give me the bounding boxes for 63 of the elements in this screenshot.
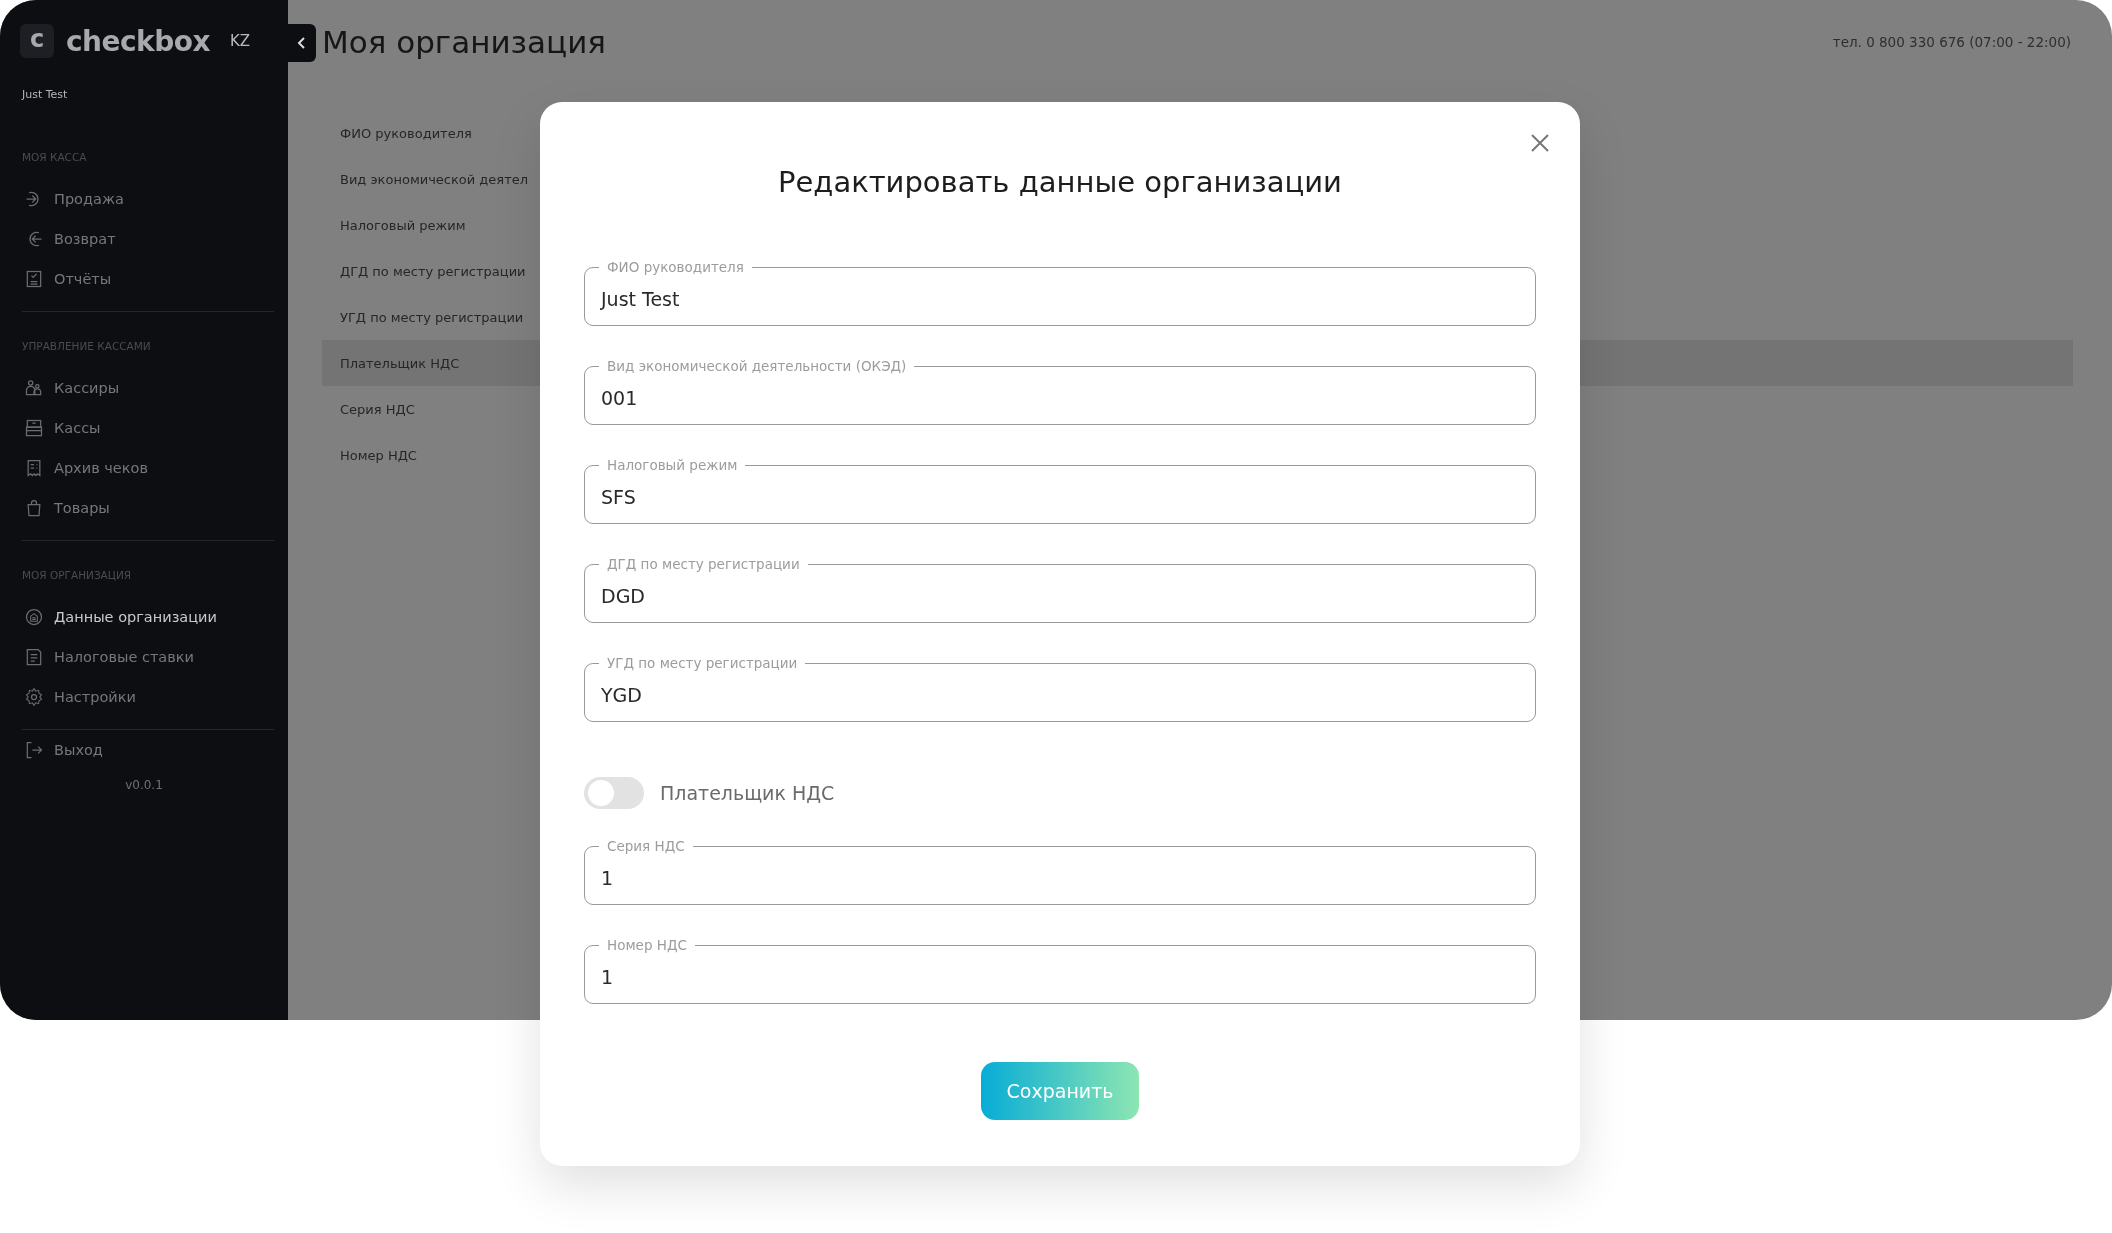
field-value: Just Test xyxy=(601,287,680,311)
logout-item[interactable]: Выход xyxy=(0,730,288,770)
nav-item[interactable]: Продажа xyxy=(0,179,288,219)
nav-item[interactable]: Архив чеков xyxy=(0,448,288,488)
language-label: KZ xyxy=(229,32,250,50)
section-heading: УПРАВЛЕНИЕ КАССАМИ xyxy=(21,340,152,354)
settings-icon xyxy=(24,687,44,707)
nav-item[interactable]: Кассы xyxy=(0,408,288,448)
toggle-label: Плательщик НДС xyxy=(660,782,835,804)
phone-number: тел. 0 800 330 676 (07:00 - 22:00) xyxy=(1832,34,2071,50)
section-heading: МОЯ ОРГАНИЗАЦИЯ xyxy=(21,569,133,583)
input-field[interactable]: Номер НДС 1 xyxy=(584,937,1536,1004)
row-label: Налоговый режим xyxy=(340,217,466,233)
input-field[interactable]: ДГД по месту регистрации DGD xyxy=(584,556,1536,623)
field-value: 1 xyxy=(601,965,614,989)
field-value: DGD xyxy=(601,584,645,608)
logo: checkbox xyxy=(66,24,211,58)
row-label: Плательщик НДС xyxy=(340,355,460,371)
input-field[interactable]: УГД по месту регистрации YGD xyxy=(584,655,1536,722)
register-icon xyxy=(24,418,44,438)
field-value: SFS xyxy=(601,485,636,509)
field-label: УГД по месту регистрации xyxy=(606,655,799,671)
people-icon xyxy=(24,378,44,398)
chevron-icon xyxy=(297,35,307,51)
nav-item[interactable]: Налоговые ставки xyxy=(0,637,288,677)
field-label: Серия НДС xyxy=(606,838,686,854)
input-field[interactable]: Налоговый режим SFS xyxy=(584,457,1536,524)
nav-item[interactable]: Кассиры xyxy=(0,368,288,408)
input-field[interactable]: ФИО руководителя Just Test xyxy=(584,259,1536,326)
input-field[interactable]: Серия НДС 1 xyxy=(584,838,1536,905)
logo-icon: c xyxy=(20,24,54,58)
nav-item[interactable]: Данные организации xyxy=(0,597,288,637)
field-value: 1 xyxy=(601,866,614,890)
field-label: Вид экономической деятельности (ОКЭД) xyxy=(606,358,908,374)
input-field[interactable]: Вид экономической деятельности (ОКЭД) 001 xyxy=(584,358,1536,425)
building-icon xyxy=(24,607,44,627)
field-label: Налоговый режим xyxy=(606,457,739,473)
field-value: 001 xyxy=(601,386,638,410)
document-icon xyxy=(24,269,44,289)
document-icon xyxy=(24,647,44,667)
user-name: Just Test xyxy=(20,88,69,101)
logout-icon xyxy=(24,740,44,760)
field-value: YGD xyxy=(601,683,642,707)
row-label: Серия НДС xyxy=(340,401,415,417)
toggle-switch[interactable] xyxy=(584,777,644,809)
version-label: v0.0.1 xyxy=(124,778,164,792)
field-label: ДГД по месту регистрации xyxy=(606,556,801,572)
nav-item[interactable]: Отчёты xyxy=(0,259,288,299)
section-heading: МОЯ КАССА xyxy=(21,151,88,165)
row-label: Номер НДС xyxy=(340,447,417,463)
collapse-button[interactable] xyxy=(288,24,316,62)
field-label: ФИО руководителя xyxy=(606,259,745,275)
page-title: Моя организация xyxy=(322,24,606,60)
row-label: Вид экономической деятел xyxy=(340,171,529,187)
nav-item[interactable]: Настройки xyxy=(0,677,288,717)
row-label: ФИО руководителя xyxy=(340,125,472,141)
row-label: ДГД по месту регистрации xyxy=(340,263,526,279)
close-icon[interactable] xyxy=(1530,133,1550,153)
field-label: Номер НДС xyxy=(606,937,688,953)
nav-item[interactable]: Товары xyxy=(0,488,288,528)
row-label: УГД по месту регистрации xyxy=(340,309,524,325)
dialog-title: Редактировать данные организации xyxy=(778,164,1342,200)
nav-item[interactable]: Возврат xyxy=(0,219,288,259)
